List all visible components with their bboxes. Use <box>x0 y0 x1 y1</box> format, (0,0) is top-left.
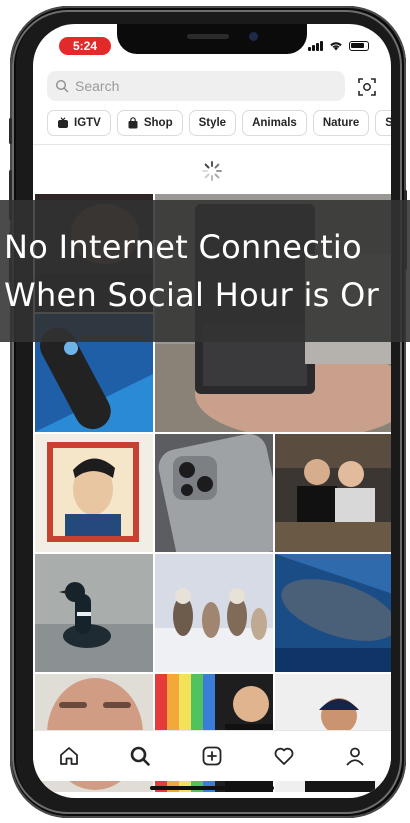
category-chips: IGTV Shop Style Animals Nature S <box>47 110 391 136</box>
chip-nature[interactable]: Nature <box>312 110 370 136</box>
loon-bird-photo <box>35 554 153 672</box>
husky-dogs-photo <box>155 554 273 672</box>
notch <box>117 24 307 54</box>
cellular-signal-icon <box>308 41 323 51</box>
grid-tile[interactable] <box>275 434 391 552</box>
chip-label: Shop <box>143 117 173 129</box>
qr-scan-icon[interactable] <box>357 77 377 97</box>
nav-search[interactable] <box>126 742 154 770</box>
front-camera <box>249 32 258 41</box>
chip-animals[interactable]: Animals <box>242 110 307 136</box>
grid-tile[interactable] <box>35 554 153 672</box>
chip-igtv[interactable]: IGTV <box>47 110 111 136</box>
profile-icon <box>346 747 364 766</box>
chip-label: Style <box>198 117 227 129</box>
status-bar: 5:24 <box>33 24 391 64</box>
search-row <box>47 71 377 101</box>
new-post-icon <box>202 746 222 766</box>
overlay-title: No Internet Connectio <box>4 228 363 266</box>
nav-activity[interactable] <box>270 742 298 770</box>
nav-new-post[interactable] <box>198 742 226 770</box>
search-box[interactable] <box>47 71 345 101</box>
chip-label: Nature <box>322 117 360 129</box>
chip-label: IGTV <box>74 117 101 129</box>
earpiece-speaker <box>187 34 229 39</box>
nav-profile[interactable] <box>341 742 369 770</box>
search-icon <box>131 746 151 766</box>
phone-screen: 5:24 Search IGTV Shop Style Animals Natu… <box>33 24 391 798</box>
chip-shop[interactable]: Shop <box>116 110 183 136</box>
app-screenshot: 5:24 Search IGTV Shop Style Animals Natu… <box>0 0 410 823</box>
wifi-icon <box>330 42 342 51</box>
overlay-subtitle: When Social Hour is Or <box>4 276 380 314</box>
grid-tile[interactable] <box>275 554 391 672</box>
status-time: 5:24 <box>59 37 111 55</box>
igtv-icon <box>58 117 68 128</box>
home-indicator[interactable] <box>150 786 274 790</box>
iphone-back-camera-photo <box>155 434 273 552</box>
chip-label: Animals <box>252 117 297 129</box>
search-icon <box>55 79 69 93</box>
two-friends-selfie-photo <box>275 434 391 552</box>
home-icon <box>59 747 78 765</box>
battery-icon <box>349 41 369 51</box>
chip-style[interactable]: Style <box>188 110 237 136</box>
divider <box>33 144 391 145</box>
search-input[interactable] <box>75 71 335 101</box>
loading-spinner-icon <box>202 161 222 181</box>
chip-partial[interactable]: S <box>375 110 391 136</box>
grid-tile[interactable] <box>155 434 273 552</box>
whale-underwater-photo <box>275 554 391 672</box>
activity-heart-icon <box>274 747 293 765</box>
overlay-banner: No Internet Connectio When Social Hour i… <box>0 200 410 342</box>
shop-bag-icon <box>128 117 138 129</box>
mute-switch <box>9 118 12 144</box>
grid-tile[interactable] <box>155 554 273 672</box>
sketch-portrait-stamp-photo <box>35 434 153 552</box>
grid-tile[interactable] <box>35 434 153 552</box>
chip-label: S <box>385 117 391 129</box>
status-icons <box>308 40 369 51</box>
bottom-nav <box>33 730 391 781</box>
nav-home[interactable] <box>55 742 83 770</box>
